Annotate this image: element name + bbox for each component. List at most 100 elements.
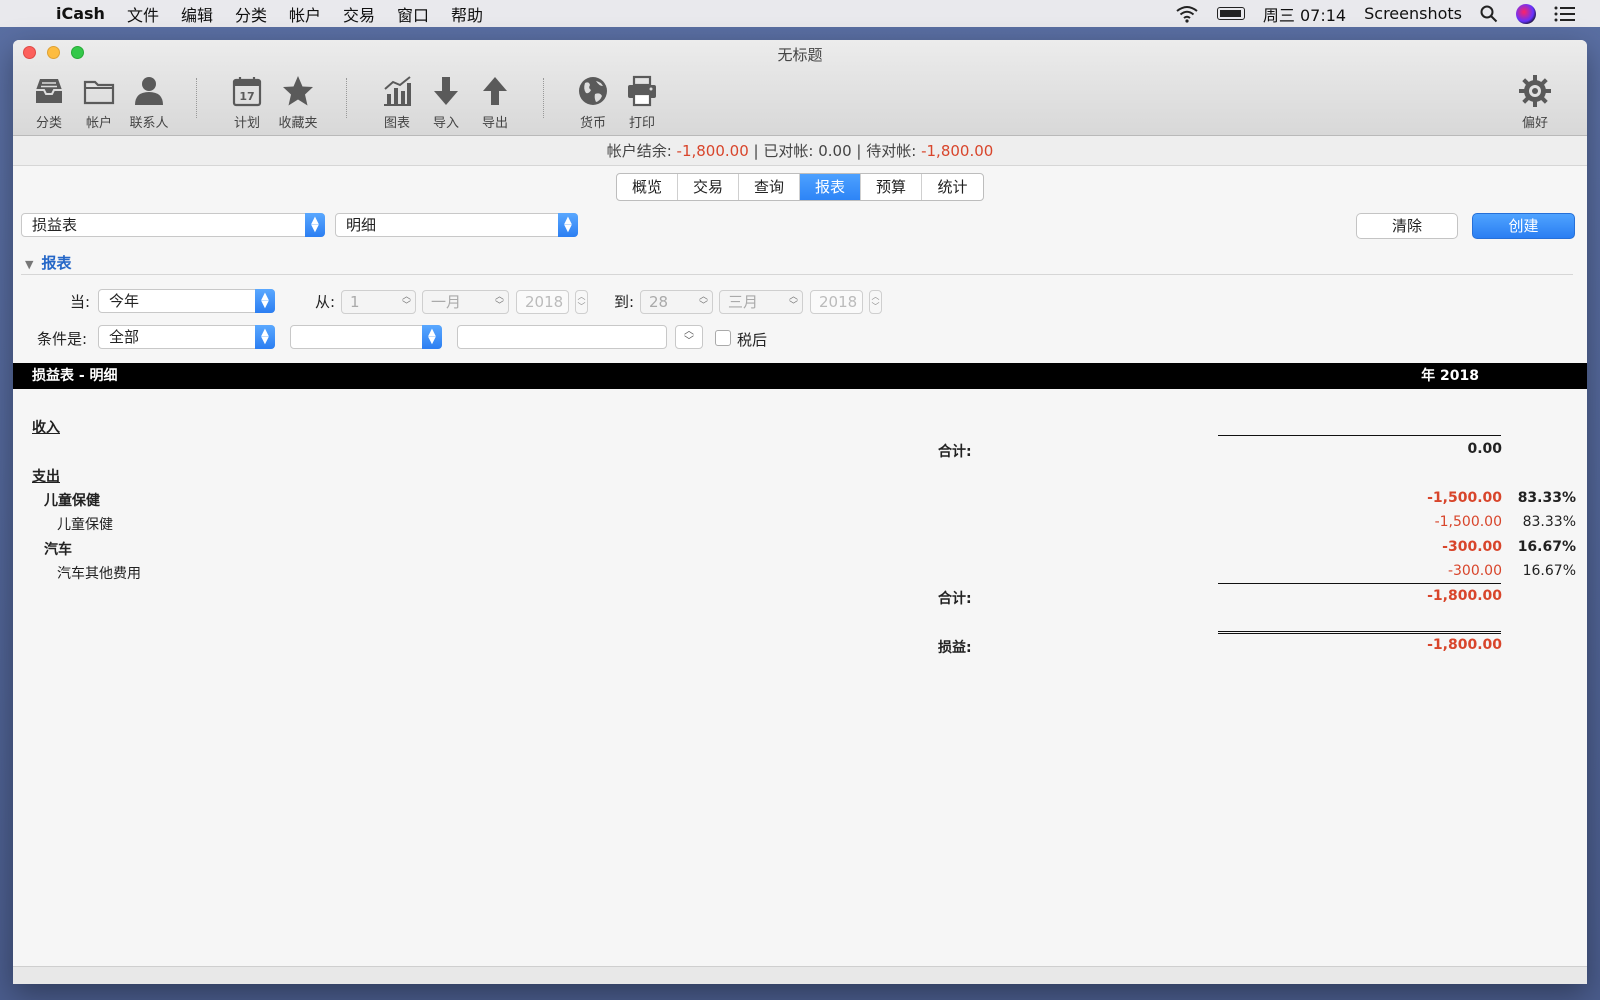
condition-value: 全部	[109, 328, 140, 346]
stepper-arrows-icon: ︿ ﹀	[401, 292, 411, 311]
view-tabs: 概览 交易 查询 报表 预算 统计	[616, 173, 984, 201]
battery-icon[interactable]	[1216, 7, 1245, 20]
app-menu[interactable]: iCash	[56, 4, 105, 23]
expense-row-amount: -300.00	[1442, 539, 1502, 555]
toolbar-favorites-button[interactable]: 收藏夹	[272, 74, 324, 131]
profit-label: 损益:	[938, 640, 972, 656]
tab-transactions[interactable]: 交易	[678, 174, 739, 200]
menu-transactions[interactable]: 交易	[343, 2, 375, 26]
from-year-value: 2018	[525, 293, 564, 311]
income-total-value: 0.00	[1467, 441, 1502, 457]
toolbar-print-button[interactable]: 打印	[616, 74, 668, 131]
inbox-tray-icon	[36, 79, 62, 103]
toolbar-separator	[543, 78, 544, 118]
menu-help[interactable]: 帮助	[451, 2, 483, 26]
menubar-screenshots[interactable]: Screenshots	[1364, 4, 1462, 23]
profit-double-rule	[1218, 631, 1501, 635]
from-day-stepper[interactable]: 1 ︿ ﹀	[341, 290, 416, 314]
when-select[interactable]: 今年 ▲ ▼	[98, 289, 275, 313]
toolbar-contacts-button[interactable]: 联系人	[123, 74, 175, 131]
titlebar: 无标题 分类 帐户 联系人 17 计划 收藏夹 图表 导入 导出 货币 打印 偏…	[13, 40, 1587, 136]
menu-edit[interactable]: 编辑	[181, 2, 213, 26]
toolbar-favorites-label: 收藏夹	[278, 116, 318, 131]
to-year-field[interactable]: 2018	[810, 290, 863, 314]
toolbar-contacts-label: 联系人	[129, 116, 169, 131]
toolbar-categories-button[interactable]: 分类	[23, 74, 75, 131]
chevron-updown-icon: ▲ ▼	[422, 325, 442, 349]
to-year-stepper[interactable]: ︿ ﹀	[869, 290, 882, 314]
tab-statistics[interactable]: 统计	[922, 174, 983, 200]
toolbar-import-button[interactable]: 导入	[420, 74, 472, 131]
report-section-toggle[interactable]: ▼ 报表	[25, 252, 71, 273]
from-month-stepper[interactable]: 一月 ︿ ﹀	[422, 290, 509, 314]
toolbar-preferences-label: 偏好	[1521, 116, 1548, 131]
from-year-field[interactable]: 2018	[516, 290, 569, 314]
window-title: 无标题	[777, 46, 823, 64]
detail-level-value: 明细	[346, 216, 377, 234]
toolbar-export-label: 导出	[481, 116, 508, 131]
from-year-stepper[interactable]: ︿ ﹀	[575, 290, 588, 314]
spotlight-search-icon[interactable]	[1480, 5, 1498, 23]
create-button[interactable]: 创建	[1472, 213, 1575, 239]
tab-overview[interactable]: 概览	[617, 174, 678, 200]
siri-icon[interactable]	[1516, 3, 1536, 24]
gear-icon	[1519, 75, 1551, 107]
balance-separator: |	[753, 142, 759, 160]
balance-summary: 帐户结余: -1,800.00 | 已对帐: 0.00 | 待对帐: -1,80…	[13, 136, 1587, 166]
pending-value: -1,800.00	[921, 142, 994, 160]
expense-row-name: 汽车其他费用	[57, 566, 141, 582]
toolbar-accounts-button[interactable]: 帐户	[73, 74, 125, 131]
menu-categories[interactable]: 分类	[235, 2, 267, 26]
detail-level-select[interactable]: 明细 ▲ ▼	[335, 213, 578, 237]
toolbar-charts-label: 图表	[383, 116, 410, 131]
report-header: 损益表 - 明细 年 2018	[13, 363, 1587, 389]
expense-row-name: 汽车	[44, 542, 72, 558]
after-tax-checkbox[interactable]	[715, 330, 731, 346]
arrow-down-icon	[434, 77, 458, 105]
report-section-label: 报表	[41, 254, 72, 272]
report-type-value: 损益表	[32, 216, 78, 234]
condition-stepper[interactable]: ︿ ﹀	[675, 325, 703, 349]
app-window: 无标题 分类 帐户 联系人 17 计划 收藏夹 图表 导入 导出 货币 打印 偏…	[13, 40, 1587, 984]
calendar-icon: 17	[232, 77, 262, 107]
view-tabs-row: 概览 交易 查询 报表 预算 统计	[13, 173, 1587, 201]
when-value: 今年	[109, 292, 140, 310]
expense-row-percent: 83.33%	[1517, 490, 1576, 506]
report-type-select[interactable]: 损益表 ▲ ▼	[21, 213, 325, 237]
tab-budget[interactable]: 预算	[861, 174, 922, 200]
chevron-updown-icon: ▲ ▼	[305, 213, 325, 237]
account-balance-label: 帐户结余:	[606, 142, 672, 160]
expense-row-amount: -1,500.00	[1434, 514, 1502, 530]
notification-center-icon[interactable]	[1554, 6, 1576, 22]
chevron-updown-icon: ▲ ▼	[255, 289, 275, 313]
to-day-stepper[interactable]: 28 ︿ ﹀	[640, 290, 713, 314]
balance-separator: |	[856, 142, 862, 160]
bar-chart-icon	[384, 76, 411, 106]
wifi-icon[interactable]	[1175, 5, 1199, 23]
condition-value-input[interactable]	[457, 325, 667, 349]
tab-query[interactable]: 查询	[739, 174, 800, 200]
stepper-arrows-icon: ︿ ﹀	[698, 292, 708, 311]
stepper-arrows-icon: ︿ ﹀	[494, 292, 504, 311]
toolbar: 分类 帐户 联系人 17 计划 收藏夹 图表 导入 导出 货币 打印 偏好	[21, 74, 1587, 136]
tab-reports[interactable]: 报表	[800, 174, 861, 200]
condition-select[interactable]: 全部 ▲ ▼	[98, 325, 275, 349]
toolbar-schedule-button[interactable]: 17 计划	[221, 74, 273, 131]
toolbar-preferences-button[interactable]: 偏好	[1509, 74, 1561, 131]
pending-label: 待对帐:	[866, 142, 917, 160]
menu-window[interactable]: 窗口	[397, 2, 429, 26]
when-label: 当:	[70, 293, 91, 311]
toolbar-export-button[interactable]: 导出	[469, 74, 521, 131]
from-day-value: 1	[350, 293, 360, 311]
menu-file[interactable]: 文件	[127, 2, 159, 26]
toolbar-currency-button[interactable]: 货币	[567, 74, 619, 131]
folder-icon	[83, 80, 115, 105]
toolbar-separator	[196, 78, 197, 118]
toolbar-charts-button[interactable]: 图表	[371, 74, 423, 131]
condition-field-select[interactable]: ▲ ▼	[290, 325, 442, 349]
to-month-stepper[interactable]: 三月 ︿ ﹀	[719, 290, 803, 314]
menu-accounts[interactable]: 帐户	[289, 2, 321, 26]
toolbar-import-label: 导入	[432, 116, 459, 131]
menubar-clock[interactable]: 周三 07:14	[1263, 2, 1346, 26]
clear-button[interactable]: 清除	[1356, 213, 1458, 239]
